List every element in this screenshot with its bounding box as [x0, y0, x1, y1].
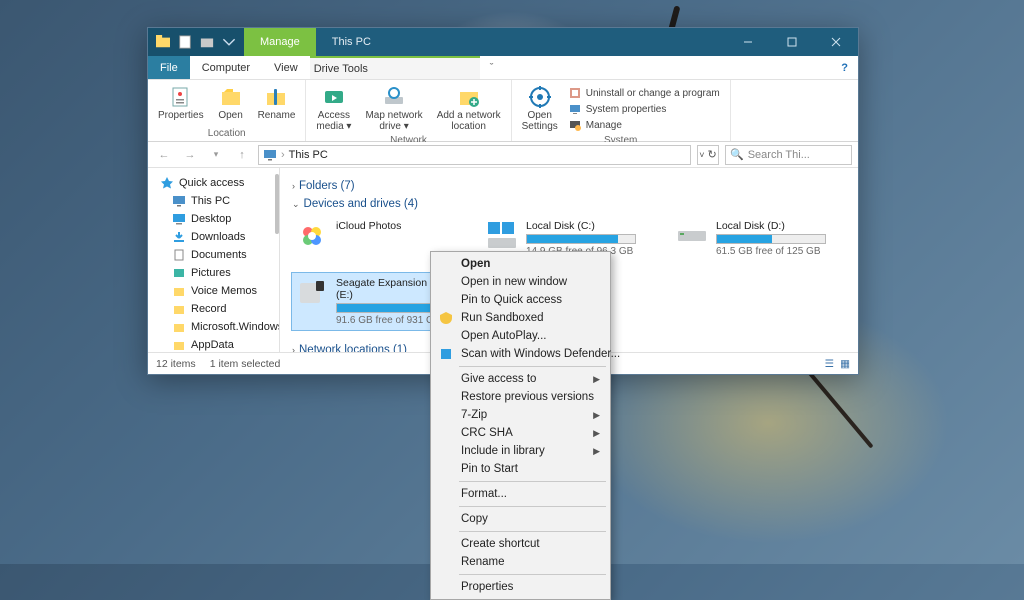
- menu-view[interactable]: View: [262, 56, 310, 79]
- menubar: File Computer View Drive Tools ˇ ?: [148, 56, 858, 80]
- open-button[interactable]: Open: [212, 82, 250, 127]
- ctx-open-autoplay[interactable]: Open AutoPlay...: [433, 327, 608, 345]
- icloud-photos-icon: [296, 220, 328, 252]
- titlebar: Manage This PC: [148, 28, 858, 56]
- recent-locations-button[interactable]: ▾: [206, 145, 226, 165]
- nav-documents[interactable]: Documents: [148, 246, 279, 264]
- ribbon-group-location: Properties Open Rename Location: [148, 80, 306, 141]
- manage-tab[interactable]: Manage: [244, 28, 316, 56]
- breadcrumb[interactable]: › This PC: [258, 145, 691, 165]
- nav-desktop[interactable]: Desktop: [148, 210, 279, 228]
- system-properties-button[interactable]: System properties: [568, 102, 720, 116]
- ctx-run-sandboxed[interactable]: Run Sandboxed: [433, 309, 608, 327]
- sandbox-icon: [439, 311, 453, 325]
- breadcrumb-text: This PC: [289, 149, 328, 161]
- ctx-pin-start[interactable]: Pin to Start: [433, 460, 608, 478]
- ctx-scan-defender[interactable]: Scan with Windows Defender...: [433, 345, 608, 363]
- ctx-create-shortcut[interactable]: Create shortcut: [433, 535, 608, 553]
- nav-downloads[interactable]: Downloads: [148, 228, 279, 246]
- this-pc-icon: [263, 148, 277, 162]
- nav-scrollbar[interactable]: [275, 174, 279, 234]
- properties-icon[interactable]: [176, 33, 194, 51]
- context-menu: Open Open in new window Pin to Quick acc…: [430, 251, 611, 600]
- windows-drive-icon: [486, 220, 518, 252]
- up-button[interactable]: ↑: [232, 145, 252, 165]
- ctx-give-access-to[interactable]: Give access to▶: [433, 370, 608, 388]
- help-icon[interactable]: ?: [831, 56, 858, 79]
- nav-record[interactable]: Record: [148, 300, 279, 318]
- properties-button[interactable]: Properties: [152, 82, 210, 127]
- drive-local-d[interactable]: Local Disk (D:)61.5 GB free of 125 GB: [672, 216, 842, 261]
- ctx-open-new-window[interactable]: Open in new window: [433, 273, 608, 291]
- nav-windows-terminal[interactable]: Microsoft.WindowsTe: [148, 318, 279, 336]
- nav-voice-memos[interactable]: Voice Memos: [148, 282, 279, 300]
- refresh-dropdown[interactable]: ˅↻: [697, 145, 719, 165]
- minimize-button[interactable]: [726, 28, 770, 56]
- status-item-count: 12 items: [156, 358, 196, 370]
- menu-computer[interactable]: Computer: [190, 56, 262, 79]
- ribbon-group-network: Access media ▾ Map network drive ▾ Add a…: [306, 80, 511, 141]
- explorer-icon[interactable]: [154, 33, 172, 51]
- ctx-rename[interactable]: Rename: [433, 553, 608, 571]
- ribbon: Properties Open Rename Location Access m…: [148, 80, 858, 142]
- ctx-properties[interactable]: Properties: [433, 578, 608, 596]
- map-network-drive-button[interactable]: Map network drive ▾: [359, 82, 428, 134]
- rename-button[interactable]: Rename: [252, 82, 302, 127]
- ctx-copy[interactable]: Copy: [433, 510, 608, 528]
- nav-pictures[interactable]: Pictures: [148, 264, 279, 282]
- ctx-include-library[interactable]: Include in library▶: [433, 442, 608, 460]
- new-folder-icon[interactable]: [198, 33, 216, 51]
- nav-appdata[interactable]: AppData: [148, 336, 279, 352]
- access-media-button[interactable]: Access media ▾: [310, 82, 357, 134]
- tiles-view-icon[interactable]: ▦: [840, 358, 850, 370]
- uninstall-program-button[interactable]: Uninstall or change a program: [568, 86, 720, 100]
- ctx-restore-versions[interactable]: Restore previous versions: [433, 388, 608, 406]
- external-drive-icon: [296, 277, 328, 309]
- qa-dropdown-icon[interactable]: [220, 33, 238, 51]
- quick-access-toolbar: [148, 28, 244, 56]
- close-button[interactable]: [814, 28, 858, 56]
- nav-pane: Quick access This PC Desktop Downloads D…: [148, 168, 280, 352]
- forward-button[interactable]: →: [180, 145, 200, 165]
- status-selected-count: 1 item selected: [210, 358, 281, 370]
- defender-icon: [439, 347, 453, 361]
- window-title: This PC: [316, 28, 387, 56]
- nav-this-pc[interactable]: This PC: [148, 192, 279, 210]
- menu-drive-tools[interactable]: Drive Tools: [310, 56, 480, 79]
- ctx-7zip[interactable]: 7-Zip▶: [433, 406, 608, 424]
- add-network-location-button[interactable]: Add a network location: [431, 82, 507, 134]
- address-bar: ← → ▾ ↑ › This PC ˅↻ 🔍Search Thi...: [148, 142, 858, 168]
- drive-icon: [676, 220, 708, 252]
- section-devices[interactable]: ⌄Devices and drives (4): [292, 198, 846, 210]
- details-view-icon[interactable]: ☰: [825, 358, 834, 370]
- section-folders[interactable]: ›Folders (7): [292, 180, 846, 192]
- search-input[interactable]: 🔍Search Thi...: [725, 145, 852, 165]
- ribbon-label-location: Location: [208, 127, 246, 141]
- ctx-format[interactable]: Format...: [433, 485, 608, 503]
- open-settings-button[interactable]: Open Settings: [516, 82, 564, 134]
- back-button[interactable]: ←: [154, 145, 174, 165]
- nav-quick-access[interactable]: Quick access: [148, 174, 279, 192]
- maximize-button[interactable]: [770, 28, 814, 56]
- ribbon-group-system: Open Settings Uninstall or change a prog…: [512, 80, 731, 141]
- ctx-pin-quick-access[interactable]: Pin to Quick access: [433, 291, 608, 309]
- ribbon-collapse-icon[interactable]: ˇ: [480, 56, 504, 79]
- menu-file[interactable]: File: [148, 56, 190, 79]
- ctx-crc-sha[interactable]: CRC SHA▶: [433, 424, 608, 442]
- ctx-open[interactable]: Open: [433, 255, 608, 273]
- manage-button[interactable]: Manage: [568, 118, 720, 132]
